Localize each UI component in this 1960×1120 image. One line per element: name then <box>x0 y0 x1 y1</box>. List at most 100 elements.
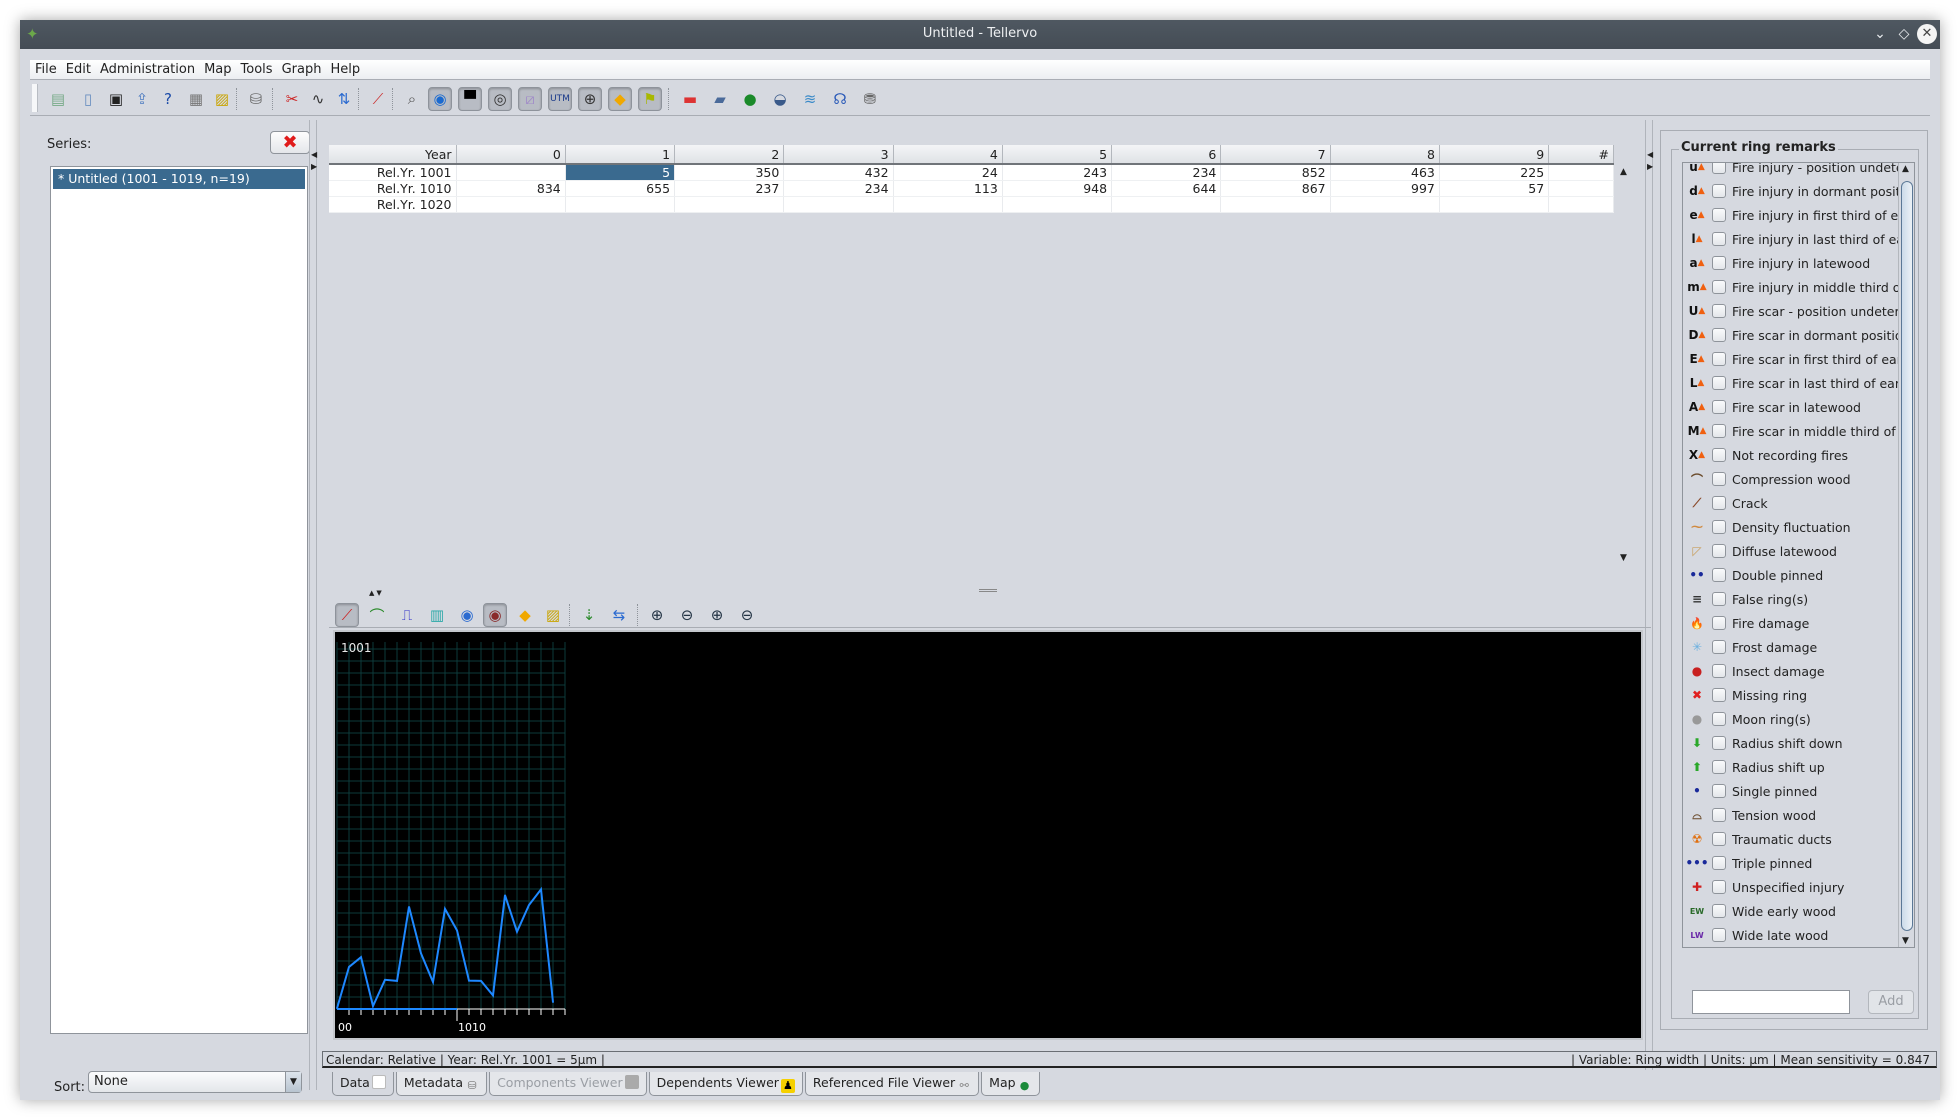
maximize-button[interactable]: ◇ <box>1894 24 1914 44</box>
google-earth-icon[interactable]: ◒ <box>768 87 792 111</box>
table-cell[interactable]: 948 <box>1002 180 1113 197</box>
fit-horizontal-icon[interactable]: ⇆ <box>607 603 631 627</box>
remark-checkbox[interactable] <box>1712 544 1726 558</box>
menu-map[interactable]: Map <box>199 60 235 77</box>
col-header[interactable]: 1 <box>565 145 676 165</box>
left-splitter[interactable]: ◀ ▶ <box>309 120 317 1090</box>
table-cell[interactable] <box>456 164 566 181</box>
menu-file[interactable]: File <box>30 60 61 77</box>
table-cell[interactable] <box>1548 164 1614 181</box>
table-cell[interactable] <box>1548 180 1614 197</box>
tab-dependents-viewer[interactable]: Dependents Viewer ♟ <box>648 1072 803 1096</box>
step-graph-icon[interactable]: ⎍ <box>395 603 419 627</box>
table-cell[interactable] <box>1548 196 1614 213</box>
minimize-button[interactable]: ⌄ <box>1870 24 1890 44</box>
steering-wheel-icon[interactable]: ◎ <box>488 87 512 111</box>
right-splitter[interactable]: ◀ ▶ <box>1645 120 1653 1070</box>
fit-vertical-icon[interactable]: ⇣ <box>577 603 601 627</box>
remark-checkbox[interactable] <box>1712 616 1726 630</box>
remarks-scrollbar[interactable]: ▲ ▼ <box>1898 163 1914 947</box>
table-cell[interactable] <box>1330 196 1440 213</box>
tag-icon[interactable]: ◆ <box>513 603 537 627</box>
sort-arrows-icon[interactable]: ⇅ <box>332 87 356 111</box>
ruler-icon[interactable]: ⧄ <box>518 87 542 111</box>
remark-checkbox[interactable] <box>1712 688 1726 702</box>
menu-administration[interactable]: Administration <box>95 60 199 77</box>
remark-checkbox[interactable] <box>1712 208 1726 222</box>
web-service-icon[interactable]: ☊ <box>828 87 852 111</box>
table-cell[interactable]: 655 <box>565 180 676 197</box>
notes-icon[interactable]: ▨ <box>541 603 565 627</box>
scroll-down-icon[interactable]: ▼ <box>1620 553 1627 563</box>
table-cell[interactable] <box>1111 196 1222 213</box>
col-header-count[interactable]: # <box>1548 145 1614 165</box>
table-cell[interactable]: 867 <box>1220 180 1331 197</box>
zoom-in-vertical-icon[interactable]: ⊕ <box>645 603 669 627</box>
compass-icon[interactable]: ◉ <box>428 87 452 111</box>
tab-referenced-file-viewer[interactable]: Referenced File Viewer ⚯ <box>804 1072 980 1096</box>
table-cell[interactable] <box>565 196 676 213</box>
remark-checkbox[interactable] <box>1712 163 1726 174</box>
menu-tools[interactable]: Tools <box>236 60 277 77</box>
remark-checkbox[interactable] <box>1712 640 1726 654</box>
table-cell[interactable] <box>1439 196 1550 213</box>
tab-data[interactable]: Data <box>332 1072 394 1096</box>
curve-graph-icon[interactable]: ⌒ <box>365 603 389 627</box>
remark-checkbox[interactable] <box>1712 856 1726 870</box>
col-header[interactable]: 7 <box>1220 145 1331 165</box>
collapse-left-icon[interactable]: ◀ <box>311 150 317 159</box>
col-header-year[interactable]: Year <box>329 145 457 165</box>
world-map-icon[interactable]: ▀ <box>458 87 482 111</box>
remark-checkbox[interactable] <box>1712 568 1726 582</box>
user-globe-icon[interactable]: ⊕ <box>578 87 602 111</box>
camera-icon[interactable]: ▰ <box>708 87 732 111</box>
new-series-icon[interactable]: ▤ <box>46 87 70 111</box>
table-cell[interactable]: 234 <box>783 180 894 197</box>
remark-checkbox[interactable] <box>1712 592 1726 606</box>
tab-components-viewer[interactable]: Components Viewer <box>489 1072 647 1096</box>
remark-checkbox[interactable] <box>1712 184 1726 198</box>
tab-metadata[interactable]: Metadata ⛁ <box>395 1072 488 1096</box>
eye-grid-icon[interactable]: ◉ <box>483 603 507 627</box>
zoom-in-horizontal-icon[interactable]: ⊕ <box>705 603 729 627</box>
table-cell[interactable] <box>783 196 894 213</box>
zoom-out-horizontal-icon[interactable]: ⊖ <box>735 603 759 627</box>
zoom-out-vertical-icon[interactable]: ⊖ <box>675 603 699 627</box>
table-cell[interactable] <box>456 196 566 213</box>
col-header[interactable]: 4 <box>893 145 1003 165</box>
graph-icon[interactable]: ⟋ <box>366 87 390 111</box>
table-scrollbar[interactable]: ▲ ▼ <box>1618 167 1632 563</box>
remark-checkbox[interactable] <box>1712 736 1726 750</box>
remark-checkbox[interactable] <box>1712 808 1726 822</box>
table-cell[interactable] <box>893 196 1003 213</box>
remark-checkbox[interactable] <box>1712 376 1726 390</box>
collapse-left-icon[interactable]: ◀ <box>1647 150 1653 159</box>
table-cell[interactable]: 237 <box>674 180 785 197</box>
expand-right-icon[interactable]: ▶ <box>311 162 317 171</box>
table-cell[interactable]: 852 <box>1220 164 1331 181</box>
remark-checkbox[interactable] <box>1712 712 1726 726</box>
import-icon[interactable]: ⇪ <box>130 87 154 111</box>
menu-edit[interactable]: Edit <box>61 60 95 77</box>
table-cell[interactable] <box>674 196 785 213</box>
remove-series-button[interactable]: ✖ <box>270 131 310 154</box>
menu-graph[interactable]: Graph <box>277 60 326 77</box>
utm-grid-icon[interactable]: UTM <box>548 87 572 111</box>
table-cell[interactable]: 644 <box>1111 180 1222 197</box>
table-graph-splitter[interactable] <box>329 588 1651 594</box>
toolbar-arrows-icon[interactable]: ▲▼ <box>369 589 384 597</box>
remark-checkbox[interactable] <box>1712 472 1726 486</box>
sort-select[interactable]: None ▼ <box>88 1071 302 1093</box>
measure-icon[interactable]: ? <box>156 87 180 111</box>
table-cell[interactable]: 113 <box>893 180 1003 197</box>
scrollbar-thumb[interactable] <box>1901 181 1913 931</box>
3d-glasses-icon[interactable]: ▬ <box>678 87 702 111</box>
col-header[interactable]: 8 <box>1330 145 1440 165</box>
col-header[interactable]: 6 <box>1111 145 1222 165</box>
remark-checkbox[interactable] <box>1712 760 1726 774</box>
remark-checkbox[interactable] <box>1712 928 1726 942</box>
cut-icon[interactable]: ✂ <box>280 87 304 111</box>
series-list-item[interactable]: * Untitled (1001 - 1019, n=19) <box>53 169 305 189</box>
remark-checkbox[interactable] <box>1712 232 1726 246</box>
remark-input[interactable] <box>1692 990 1850 1014</box>
